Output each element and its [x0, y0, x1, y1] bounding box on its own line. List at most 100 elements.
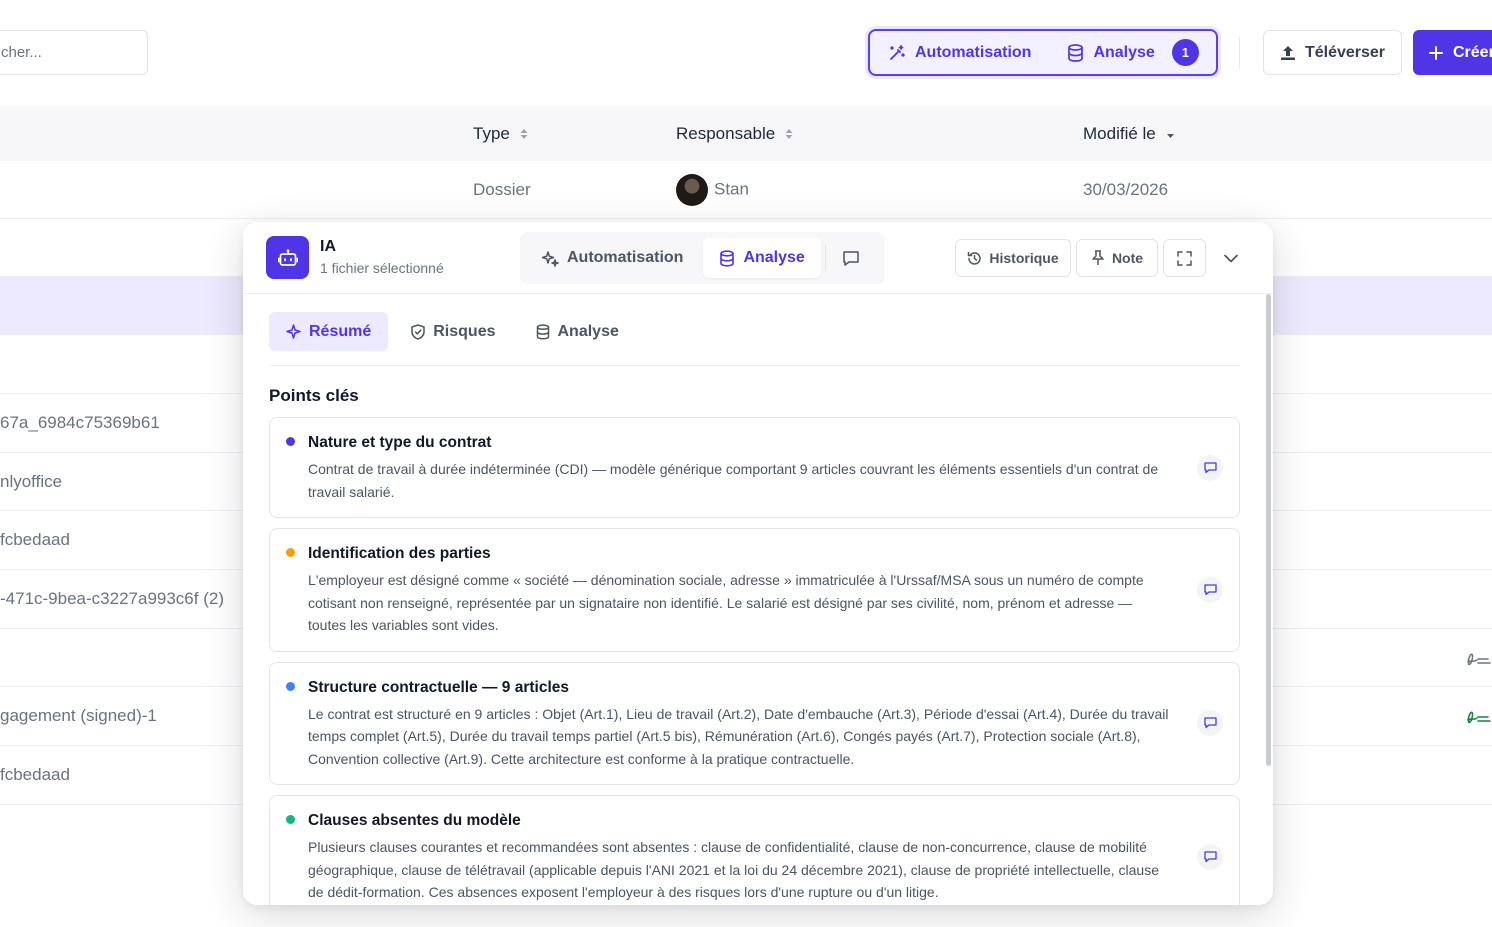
- tab-divider: [824, 245, 826, 271]
- row-modified: 30/03/2026: [1083, 179, 1169, 199]
- sort-icon: [785, 128, 793, 139]
- comment-icon: [1203, 851, 1217, 862]
- subtab-analysis[interactable]: Analyse: [519, 312, 636, 351]
- key-point-card: Identification des parties L'employeur e…: [269, 528, 1240, 652]
- avatar: [676, 173, 708, 206]
- subtab-summary[interactable]: Résumé: [269, 312, 389, 351]
- automation-toolbar-label: Automatisation: [915, 43, 1032, 61]
- analysis-subtabs: Résumé Risques Analyse: [269, 312, 1240, 366]
- sort-desc-icon: [1166, 133, 1174, 138]
- row-filename: 67a_6984c75369b61: [0, 413, 160, 432]
- collapse-button[interactable]: [1215, 239, 1247, 277]
- sparkles-icon: [542, 250, 559, 267]
- database-icon: [536, 323, 549, 340]
- subtab-analysis-label: Analyse: [557, 322, 619, 340]
- key-points-title: Points clés: [269, 386, 359, 405]
- status-dot: [286, 548, 295, 557]
- tab-analysis-label: Analyse: [743, 249, 805, 266]
- sort-icon: [520, 128, 528, 139]
- analysis-count-badge: 1: [1171, 39, 1199, 66]
- app-root: Automatisation Analyse 1 Téléverser Crée…: [0, 0, 1492, 927]
- row-filename: -471c-9bea-c3227a993c6f (2): [0, 589, 224, 608]
- panel-scrollbar[interactable]: [1266, 294, 1271, 766]
- tab-comments[interactable]: [830, 238, 872, 278]
- key-points-list: Nature et type du contrat Contrat de tra…: [269, 417, 1240, 905]
- ai-panel: IA 1 fichier sélectionné Automatisation …: [243, 222, 1273, 905]
- status-dot: [286, 815, 295, 824]
- key-point-title: Nature et type du contrat: [308, 434, 492, 451]
- comment-icon: [1203, 461, 1217, 473]
- search-field[interactable]: [0, 30, 148, 75]
- comment-button[interactable]: [1197, 454, 1223, 481]
- bot-avatar: [266, 236, 309, 279]
- column-owner-label: Responsable: [676, 123, 776, 143]
- note-button[interactable]: Note: [1076, 239, 1158, 277]
- key-point-text: Plusieurs clauses courantes et recommand…: [308, 839, 1159, 900]
- subtab-risks[interactable]: Risques: [394, 312, 512, 351]
- key-point-title: Identification des parties: [308, 545, 491, 562]
- automation-toolbar-button[interactable]: Automatisation: [870, 31, 1049, 74]
- panel-title: IA: [320, 238, 336, 255]
- column-header-modified[interactable]: Modifié le: [1083, 106, 1175, 161]
- history-button[interactable]: Historique: [955, 239, 1071, 277]
- database-icon: [720, 249, 735, 267]
- create-button[interactable]: Créer: [1413, 30, 1492, 75]
- row-filename: gagement (signed)-1: [0, 706, 157, 725]
- note-button-label: Note: [1111, 250, 1144, 266]
- search-input[interactable]: [1, 44, 141, 61]
- ai-toolbar-group: Automatisation Analyse 1: [868, 29, 1218, 76]
- magic-wand-icon: [890, 44, 905, 60]
- panel-tab-bar: Automatisation Analyse: [520, 232, 885, 284]
- column-modified-label: Modifié le: [1083, 123, 1156, 143]
- column-header-type[interactable]: Type: [473, 106, 528, 161]
- key-point-text: Contrat de travail à durée indéterminée …: [308, 461, 1159, 500]
- status-dot: [286, 437, 295, 446]
- row-type: Dossier: [473, 179, 531, 199]
- column-header-owner[interactable]: Responsable: [676, 106, 793, 161]
- key-point-title: Structure contractuelle — 9 articles: [308, 678, 570, 696]
- row-filename: nlyoffice: [0, 471, 63, 491]
- table-header: Type Responsable Modifié le: [0, 106, 1492, 161]
- key-point-text: Le contrat est structuré en 9 articles :…: [308, 705, 1169, 767]
- row-owner: Stan: [676, 173, 749, 206]
- key-point-card: Structure contractuelle — 9 articles Le …: [269, 661, 1240, 785]
- signature-icon: [1467, 711, 1491, 724]
- sparkle-icon: [286, 324, 301, 339]
- panel-subtitle: 1 fichier sélectionné: [320, 260, 444, 276]
- comment-button[interactable]: [1197, 843, 1223, 870]
- plus-icon: [1429, 45, 1443, 60]
- subtab-risks-label: Risques: [433, 322, 496, 340]
- row-filename: fcbedaad: [0, 765, 70, 784]
- database-icon: [1068, 43, 1084, 62]
- table-row[interactable]: Dossier Stan 30/03/2026: [0, 161, 1492, 219]
- analysis-toolbar-button[interactable]: Analyse 1: [1049, 31, 1216, 74]
- upload-button-label: Téléverser: [1304, 43, 1386, 61]
- key-point-text: L'employeur est désigné comme « société …: [308, 572, 1144, 633]
- history-button-label: Historique: [989, 250, 1059, 266]
- fullscreen-button[interactable]: [1163, 239, 1206, 277]
- signature-icon: [1467, 653, 1491, 665]
- comment-icon: [1203, 584, 1217, 595]
- tab-analysis[interactable]: Analyse: [703, 238, 821, 278]
- key-point-card: Clauses absentes du modèle Plusieurs cla…: [269, 795, 1240, 905]
- chat-bubble-icon: [843, 250, 859, 266]
- ai-panel-header: IA 1 fichier sélectionné Automatisation …: [243, 222, 1273, 294]
- tab-automation-label: Automatisation: [567, 249, 684, 266]
- tab-automation[interactable]: Automatisation: [526, 238, 699, 278]
- key-point-card: Nature et type du contrat Contrat de tra…: [269, 417, 1240, 518]
- history-icon: [968, 251, 982, 265]
- row-filename: fcbedaad: [0, 530, 70, 549]
- upload-button[interactable]: Téléverser: [1263, 30, 1402, 75]
- chevron-down-icon: [1224, 254, 1238, 262]
- key-point-title: Clauses absentes du modèle: [308, 812, 521, 829]
- create-button-label: Créer: [1453, 43, 1492, 61]
- subtab-summary-label: Résumé: [309, 322, 372, 340]
- comment-button[interactable]: [1197, 576, 1223, 603]
- row-owner-name: Stan: [714, 178, 749, 198]
- comment-icon: [1203, 717, 1217, 729]
- analysis-toolbar-label: Analyse: [1093, 43, 1155, 61]
- expand-icon: [1177, 250, 1192, 266]
- pin-icon: [1092, 250, 1104, 265]
- comment-button[interactable]: [1197, 710, 1223, 737]
- toolbar-separator: [1239, 37, 1240, 69]
